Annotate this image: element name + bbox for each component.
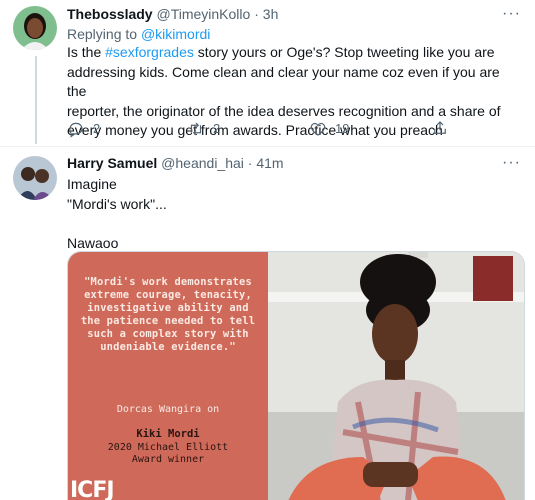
text-fragment: Is the (67, 44, 102, 60)
replying-mention-link[interactable]: @kikimordi (141, 26, 210, 42)
tweet-text-line: Is the #sexforgrades story yours or Oge'… (67, 43, 522, 63)
media-award-name: Kiki Mordi (136, 428, 200, 440)
retweet-count: 2 (213, 121, 221, 136)
replying-to: Replying to @kikimordi (67, 25, 210, 43)
separator-dot: · (247, 155, 253, 171)
reply-count: 2 (93, 121, 101, 136)
media-attribution: Dorcas Wangira on (116, 404, 220, 415)
tweet-timestamp[interactable]: 41m (256, 155, 283, 171)
like-button[interactable]: 19 (309, 119, 349, 139)
portrait-photo (268, 252, 524, 500)
share-icon (434, 121, 446, 134)
replying-prefix: Replying to (67, 26, 138, 42)
retweet-icon (190, 122, 202, 136)
avatar-image (13, 156, 57, 200)
avatar-harry-samuel[interactable] (13, 156, 57, 200)
media-quote-panel: "Mordi's work demonstrates extreme coura… (68, 252, 268, 500)
text-fragment: story yours or Oge's? Stop tweeting like… (197, 44, 495, 60)
media-quote-text: "Mordi's work demonstrates extreme coura… (80, 276, 256, 353)
tweet-header: Harry Samuel @heandi_hai · 41m (67, 153, 284, 173)
avatar-image (13, 6, 57, 50)
user-handle[interactable]: @heandi_hai (161, 155, 244, 171)
icfj-logo: ICFJ (70, 478, 115, 500)
tweet-media-image[interactable]: "Mordi's work demonstrates extreme coura… (67, 251, 525, 500)
reply-button[interactable]: 2 (67, 119, 100, 139)
tweet-thebosslady[interactable]: Thebosslady @TimeyinKollo · 3h ··· Reply… (0, 0, 535, 146)
media-award-line: 2020 Michael Elliott (107, 442, 229, 453)
avatar-thebosslady[interactable] (13, 6, 57, 50)
thread-connector-line (35, 56, 37, 144)
heart-icon (310, 122, 326, 136)
tweet-text-line: "Mordi's work"... (67, 195, 167, 212)
tweet-timestamp[interactable]: 3h (263, 6, 279, 22)
reply-icon (69, 122, 83, 138)
display-name[interactable]: Harry Samuel (67, 155, 157, 171)
media-photo (268, 252, 524, 500)
more-options-icon[interactable]: ··· (502, 155, 521, 171)
tweet-actions: 2 2 19 (67, 119, 467, 139)
tweet-header: Thebosslady @TimeyinKollo · 3h (67, 4, 278, 24)
display-name[interactable]: Thebosslady (67, 6, 153, 22)
like-count: 19 (335, 121, 350, 136)
user-handle[interactable]: @TimeyinKollo (156, 6, 250, 22)
separator-dot: · (254, 6, 259, 22)
tweet-text-line: addressing kids. Come clean and clear yo… (67, 63, 500, 100)
hashtag-link[interactable]: #sexforgrades (105, 44, 194, 60)
share-button[interactable] (431, 119, 449, 137)
retweet-button[interactable]: 2 (187, 119, 220, 139)
tweet-text-line: Imagine (67, 176, 117, 192)
tweet-text: Imagine "Mordi's work"... Nawaoo (67, 175, 522, 253)
more-options-icon[interactable]: ··· (502, 6, 521, 22)
media-award-line: Award winner (131, 454, 205, 465)
